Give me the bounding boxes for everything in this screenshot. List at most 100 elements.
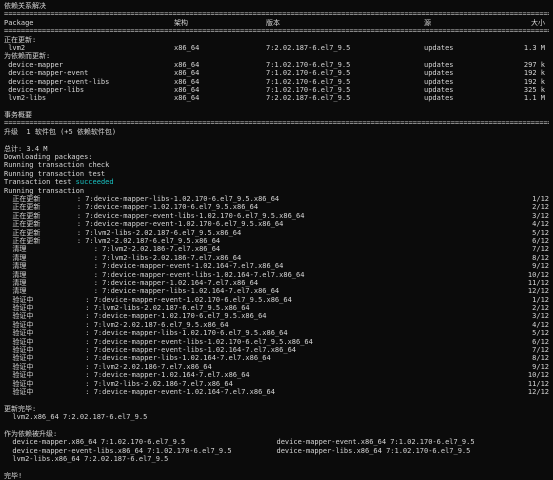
- progress-count: 1/12: [532, 194, 549, 203]
- progress-line: 正在更新 : 7:lvm2-2.02.187-6.el7_9.5.x86_64 6…: [4, 237, 549, 245]
- progress-line: 清理 : 7:device-mapper-libs-1.02.164-7.el7…: [4, 287, 549, 295]
- separator: ========================================…: [4, 10, 549, 19]
- progress-package: : 7:lvm2-2.02.186-7.el7.x86_64: [60, 245, 221, 254]
- progress-count: 3/12: [532, 211, 549, 220]
- header-repo: 源: [424, 18, 431, 27]
- progress-line: 验证中 : 7:lvm2-2.02.187-6.el7_9.5.x86_64 4/…: [4, 321, 549, 329]
- updated-label: 更新完毕:: [4, 404, 37, 413]
- cell-arch: x86_64: [174, 69, 200, 78]
- header-package: Package: [4, 18, 34, 27]
- cell-version: 7:2.02.187-6.el7_9.5: [266, 43, 351, 52]
- dep-updated-row: device-mapper-event-libs.x86_64 7:1.02.1…: [4, 447, 549, 455]
- progress-action: 验证中: [4, 295, 34, 304]
- progress-package: : 7:device-mapper-event-1.02.170-6.el7_9…: [60, 220, 284, 229]
- progress-line: 验证中 : 7:device-mapper-libs-1.02.170-6.el…: [4, 329, 549, 337]
- cell-repo: updates: [424, 69, 454, 78]
- dep-updated-label: 作为依赖被升级:: [4, 429, 58, 438]
- dep-updated-item: device-mapper-event.x86_64 7:1.02.170-6.…: [276, 438, 475, 447]
- cell-package: lvm2-libs: [4, 94, 47, 103]
- progress-package: : 7:lvm2-2.02.187-6.el7_9.5.x86_64: [60, 236, 221, 245]
- progress-package: : 7:lvm2-libs-2.02.186-7.el7.x86_64: [60, 379, 233, 388]
- progress-package: : 7:device-mapper-libs-1.02.170-6.el7_9.…: [60, 194, 280, 203]
- progress-line: 清理 : 7:lvm2-2.02.186-7.el7.x86_64 7/12: [4, 245, 549, 253]
- table-row: lvm2-libs x86_64 7:2.02.187-6.el7_9.5 updat…: [4, 94, 549, 102]
- progress-line: 正在更新 : 7:device-mapper-event-1.02.170-6.…: [4, 220, 549, 228]
- cell-arch: x86_64: [174, 94, 200, 103]
- progress-line: 验证中 : 7:lvm2-libs-2.02.187-6.el7_9.5.x86…: [4, 304, 549, 312]
- progress-line: 清理 : 7:device-mapper-1.02.164-7.el7.x86_…: [4, 279, 549, 287]
- cell-version: 7:1.02.170-6.el7_9.5: [266, 77, 351, 86]
- cell-version: 7:1.02.170-6.el7_9.5: [266, 69, 351, 78]
- progress-count: 10/12: [527, 270, 549, 279]
- progress-line: 正在更新 : 7:lvm2-libs-2.02.187-6.el7_9.5.x8…: [4, 229, 549, 237]
- progress-count: 10/12: [527, 371, 549, 380]
- progress-line: 正在更新 : 7:device-mapper-libs-1.02.170-6.e…: [4, 195, 549, 203]
- progress-action: 清理: [4, 287, 27, 296]
- progress-action: 验证中: [4, 387, 34, 396]
- upgrade-summary: 升级 1 软件包 (+5 依赖软件包): [4, 127, 117, 136]
- progress-action: 验证中: [4, 337, 34, 346]
- cell-arch: x86_64: [174, 60, 200, 69]
- cell-size: 1.1 M: [523, 94, 545, 103]
- cell-version: 7:1.02.170-6.el7_9.5: [266, 85, 351, 94]
- progress-package: : 7:lvm2-2.02.187-6.el7_9.5.x86_64: [60, 320, 229, 329]
- progress-package: : 7:device-mapper-1.02.170-6.el7_9.5.x86…: [60, 312, 267, 321]
- progress-action: 清理: [4, 245, 27, 254]
- progress-count: 11/12: [527, 379, 549, 388]
- progress-count: 5/12: [532, 228, 549, 237]
- cell-package: device-mapper-event-libs: [4, 77, 110, 86]
- progress-package: : 7:device-mapper-libs-1.02.164-7.el7.x8…: [60, 354, 271, 363]
- table-row: device-mapper x86_64 7:1.02.170-6.el7_9.5 u…: [4, 61, 549, 69]
- progress-line: 验证中 : 7:lvm2-2.02.186-7.el7.x86_64 9/12: [4, 363, 549, 371]
- separator: ========================================…: [4, 119, 549, 128]
- progress-line: 清理 : 7:lvm2-libs-2.02.186-7.el7.x86_64 8/…: [4, 254, 549, 262]
- dep-updated-item: device-mapper-event-libs.x86_64 7:1.02.1…: [4, 446, 232, 455]
- table-row: lvm2 x86_64 7:2.02.187-6.el7_9.5 updates 1.3…: [4, 44, 549, 52]
- progress-package: : 7:device-mapper-1.02.164-7.el7.x86_64: [60, 278, 259, 287]
- progress-action: 验证中: [4, 329, 34, 338]
- progress-count: 4/12: [532, 220, 549, 229]
- cell-repo: updates: [424, 43, 454, 52]
- progress-action: 正在更新: [4, 203, 41, 212]
- progress-line: 正在更新 : 7:device-mapper-1.02.170-6.el7_9.…: [4, 203, 549, 211]
- terminal-window[interactable]: 依赖关系解决 =================================…: [0, 0, 553, 480]
- table-row: device-mapper-event x86_64 7:1.02.170-6.el…: [4, 69, 549, 77]
- cell-arch: x86_64: [174, 43, 200, 52]
- progress-count: 11/12: [527, 278, 549, 287]
- progress-line: 清理 : 7:device-mapper-event-libs-1.02.164…: [4, 271, 549, 279]
- progress-count: 2/12: [532, 203, 549, 212]
- cell-package: device-mapper-event: [4, 69, 89, 78]
- progress-line: 验证中 : 7:device-mapper-event-libs-1.02.16…: [4, 346, 549, 354]
- dep-updated-row: lvm2-libs.x86_64 7:2.02.187-6.el7_9.5: [4, 455, 549, 463]
- cell-repo: updates: [424, 94, 454, 103]
- progress-action: 验证中: [4, 354, 34, 363]
- dep-updated-row: device-mapper.x86_64 7:1.02.170-6.el7_9.…: [4, 438, 549, 446]
- progress-action: 验证中: [4, 371, 34, 380]
- cell-size: 192 k: [523, 69, 545, 78]
- progress-count: 4/12: [532, 320, 549, 329]
- progress-action: 正在更新: [4, 228, 41, 237]
- progress-count: 9/12: [532, 362, 549, 371]
- cell-package: device-mapper-libs: [4, 85, 85, 94]
- cell-repo: updates: [424, 85, 454, 94]
- progress-count: 3/12: [532, 312, 549, 321]
- progress-count: 2/12: [532, 304, 549, 313]
- progress-count: 6/12: [532, 236, 549, 245]
- progress-action: 正在更新: [4, 211, 41, 220]
- transaction-test-line: Running transaction test: [4, 169, 106, 178]
- cell-version: 7:2.02.187-6.el7_9.5: [266, 94, 351, 103]
- dep-updated-item: [277, 455, 550, 463]
- cell-repo: updates: [424, 77, 454, 86]
- progress-count: 9/12: [532, 262, 549, 271]
- progress-package: : 7:device-mapper-event-libs-1.02.170-6.…: [60, 211, 305, 220]
- cell-arch: x86_64: [174, 77, 200, 86]
- progress-package: : 7:device-mapper-event-1.02.164-7.el7.x…: [60, 387, 275, 396]
- dependency-label: 为依赖而更新:: [4, 52, 51, 61]
- progress-count: 8/12: [532, 354, 549, 363]
- summary-title: 事务概要: [4, 111, 32, 120]
- progress-line: 验证中 : 7:device-mapper-1.02.164-7.el7.x86…: [4, 371, 549, 379]
- progress-action: 清理: [4, 270, 27, 279]
- cell-size: 325 k: [523, 85, 545, 94]
- test-result-status: succeeded: [75, 178, 114, 187]
- progress-count: 12/12: [527, 287, 549, 296]
